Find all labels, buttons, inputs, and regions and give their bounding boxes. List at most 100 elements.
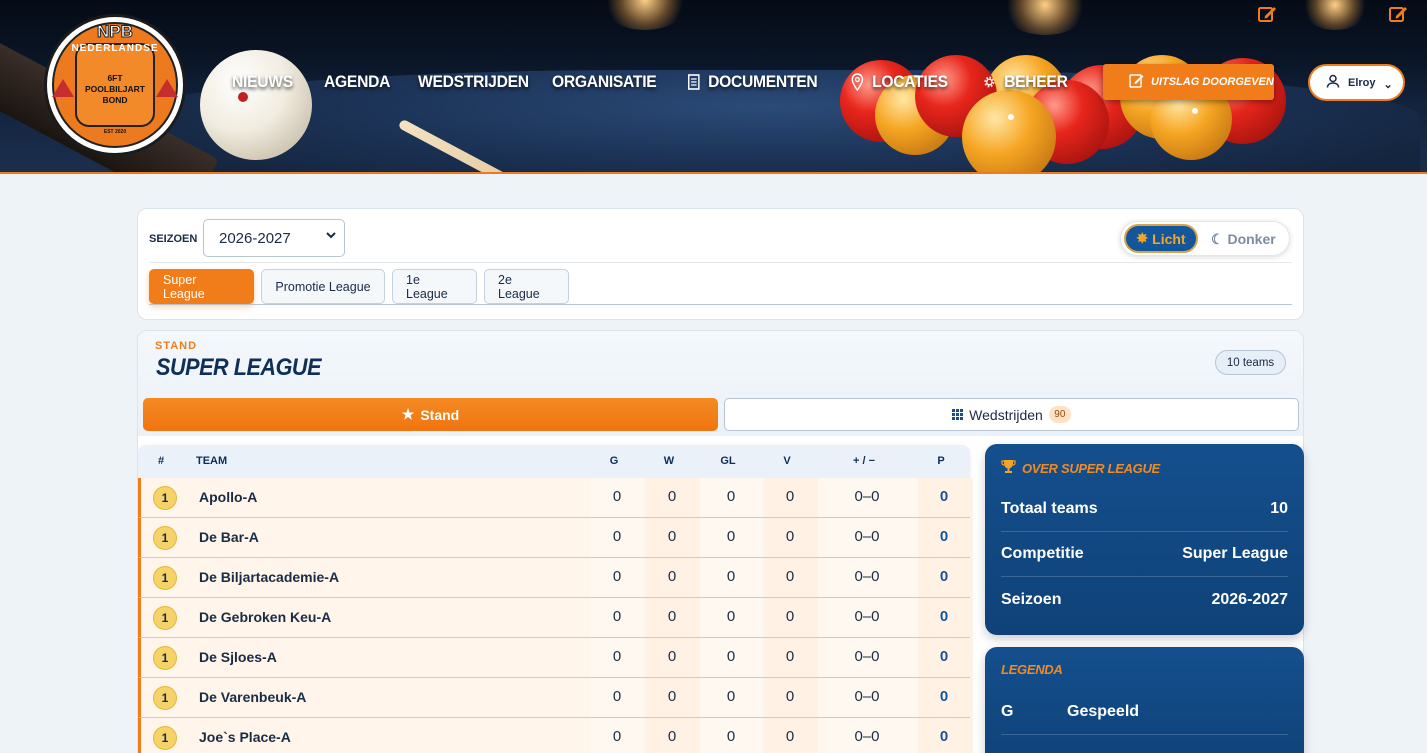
nav-beheer[interactable]: BEHEER [982, 70, 1068, 94]
cell-v: 0 [785, 608, 795, 625]
cell-diff: 0–0 [854, 688, 880, 705]
tab-promotie-league[interactable]: Promotie League [261, 269, 385, 304]
team-name[interactable]: De Biljartacademie-A [199, 569, 339, 585]
rank-badge: 1 [153, 526, 177, 550]
rank-badge: 1 [153, 606, 177, 630]
nav-label: AGENDA [324, 72, 391, 91]
rack-icon [156, 79, 178, 97]
table-row[interactable]: 1 De Bar-A 0 0 0 0 0–0 0 [138, 518, 973, 558]
col-rank: # [157, 455, 165, 467]
tab-stand-label: Stand [420, 406, 460, 423]
logo-middle-text: 6FT POOLBILJART BOND [85, 73, 145, 105]
about-value: 2026-2027 [1211, 590, 1288, 608]
filter-card: SEIZOEN 2026-2027 ✸ Licht ☾ Donker Super … [137, 208, 1304, 320]
tab-super-league[interactable]: Super League [149, 269, 254, 304]
trophy-icon [1001, 459, 1016, 477]
nav-label: WEDSTRIJDEN [418, 72, 529, 91]
table-row[interactable]: 1 De Gebroken Keu-A 0 0 0 0 0–0 0 [138, 598, 973, 638]
theme-dark-button[interactable]: ☾ Donker [1211, 231, 1276, 248]
about-label: Seizoen [1001, 590, 1062, 608]
stand-kicker: STAND [155, 340, 198, 352]
cell-gl: 0 [726, 528, 736, 545]
cell-g: 0 [612, 648, 622, 665]
teams-count-badge: 10 teams [1215, 350, 1286, 375]
nav-organisatie[interactable]: ORGANISATIE [552, 70, 657, 94]
cell-diff: 0–0 [854, 488, 880, 505]
team-name[interactable]: De Gebroken Keu-A [199, 609, 331, 625]
tab-stand[interactable]: ★ Stand [143, 398, 718, 431]
chevron-down-icon: ⌄ [1383, 79, 1393, 91]
table-row[interactable]: 1 Apollo-A 0 0 0 0 0–0 0 [138, 478, 973, 518]
cell-diff: 0–0 [854, 728, 880, 745]
table-row[interactable]: 1 De Varenbeuk-A 0 0 0 0 0–0 0 [138, 678, 973, 718]
about-panel: OVER SUPER LEAGUE Totaal teams 10 Competi… [985, 444, 1304, 635]
cell-v: 0 [785, 648, 795, 665]
seizoen-label: SEIZOEN [149, 233, 198, 245]
tab-1e-league[interactable]: 1e League [392, 269, 477, 304]
cell-p: 0 [939, 568, 949, 585]
cell-w: 0 [667, 728, 677, 745]
team-name[interactable]: Joe`s Place-A [199, 729, 291, 745]
seizoen-value: 2026-2027 [219, 229, 291, 247]
rank-badge: 1 [153, 486, 177, 510]
seizoen-select[interactable]: 2026-2027 [203, 219, 345, 257]
team-name[interactable]: De Sjloes-A [199, 649, 277, 665]
wedstrijden-count-badge: 90 [1048, 406, 1071, 423]
league-tabs: Super League Promotie League 1e League 2… [149, 269, 569, 304]
about-label: Competitie [1001, 545, 1084, 562]
moon-icon: ☾ [1211, 231, 1224, 247]
site-header: NPB NEDERLANDSE 6FT POOLBILJART BOND EST… [0, 0, 1427, 174]
cell-diff: 0–0 [854, 528, 880, 545]
user-name: Elroy [1348, 76, 1376, 89]
table-row[interactable]: 1 De Biljartacademie-A 0 0 0 0 0–0 0 [138, 558, 973, 598]
about-value: Super League [1182, 545, 1288, 562]
nav-documenten[interactable]: DOCUMENTEN [686, 70, 818, 94]
edit-icon[interactable] [1257, 4, 1277, 24]
cell-gl: 0 [726, 648, 736, 665]
logo-npb-text: NPB [97, 22, 134, 42]
tab-wedstrijden[interactable]: Wedstrijden 90 [724, 398, 1299, 431]
cell-g: 0 [612, 728, 622, 745]
rank-badge: 1 [153, 686, 177, 710]
npb-logo[interactable]: NPB NEDERLANDSE 6FT POOLBILJART BOND EST… [44, 14, 186, 156]
cell-p: 0 [939, 648, 949, 665]
team-name[interactable]: De Bar-A [199, 529, 259, 545]
uitslag-doorgeven-button[interactable]: UITSLAG DOORGEVEN [1103, 64, 1274, 100]
edit-icon[interactable] [1388, 4, 1408, 24]
nav-label: NIEUWS [232, 72, 293, 91]
nav-locaties[interactable]: LOCATIES [850, 70, 948, 94]
theme-light-button[interactable]: ✸ Licht [1124, 224, 1198, 253]
table-row[interactable]: 1 De Sjloes-A 0 0 0 0 0–0 0 [138, 638, 973, 678]
tab-2e-league[interactable]: 2e League [484, 269, 569, 304]
nav-label: LOCATIES [872, 72, 948, 91]
yellow-ball [962, 90, 1056, 172]
cell-gl: 0 [726, 568, 736, 585]
grid-icon [952, 407, 964, 423]
team-name[interactable]: Apollo-A [199, 489, 257, 505]
nav-agenda[interactable]: AGENDA [324, 70, 390, 94]
page-title: SUPER LEAGUE [156, 354, 322, 381]
user-menu-button[interactable]: Elroy ⌄ [1308, 64, 1405, 101]
legend-row: G Gespeeld [1001, 690, 1288, 735]
gear-icon [982, 73, 997, 91]
cell-gl: 0 [726, 488, 736, 505]
theme-light-label: Licht [1152, 230, 1186, 247]
legend-panel: LEGENDA G Gespeeld [985, 647, 1304, 753]
table-row[interactable]: 1 Joe`s Place-A 0 0 0 0 0–0 0 [138, 718, 973, 753]
logo-est-text: EST 2020 [103, 129, 127, 135]
theme-dark-label: Donker [1227, 231, 1276, 247]
cell-v: 0 [785, 568, 795, 585]
sun-icon: ✸ [1136, 230, 1149, 246]
col-gl: GL [720, 455, 736, 467]
team-name[interactable]: De Varenbeuk-A [199, 689, 306, 705]
nav-wedstrijden[interactable]: WEDSTRIJDEN [418, 70, 529, 94]
cell-w: 0 [667, 568, 677, 585]
cell-w: 0 [667, 648, 677, 665]
uitslag-label: UITSLAG DOORGEVEN [1151, 76, 1274, 88]
cell-g: 0 [612, 488, 622, 505]
cell-w: 0 [667, 608, 677, 625]
nav-nieuws[interactable]: NIEUWS [232, 70, 293, 94]
about-row-totaal-teams: Totaal teams 10 [1001, 487, 1288, 532]
col-g: G [609, 455, 619, 467]
cell-diff: 0–0 [854, 568, 880, 585]
